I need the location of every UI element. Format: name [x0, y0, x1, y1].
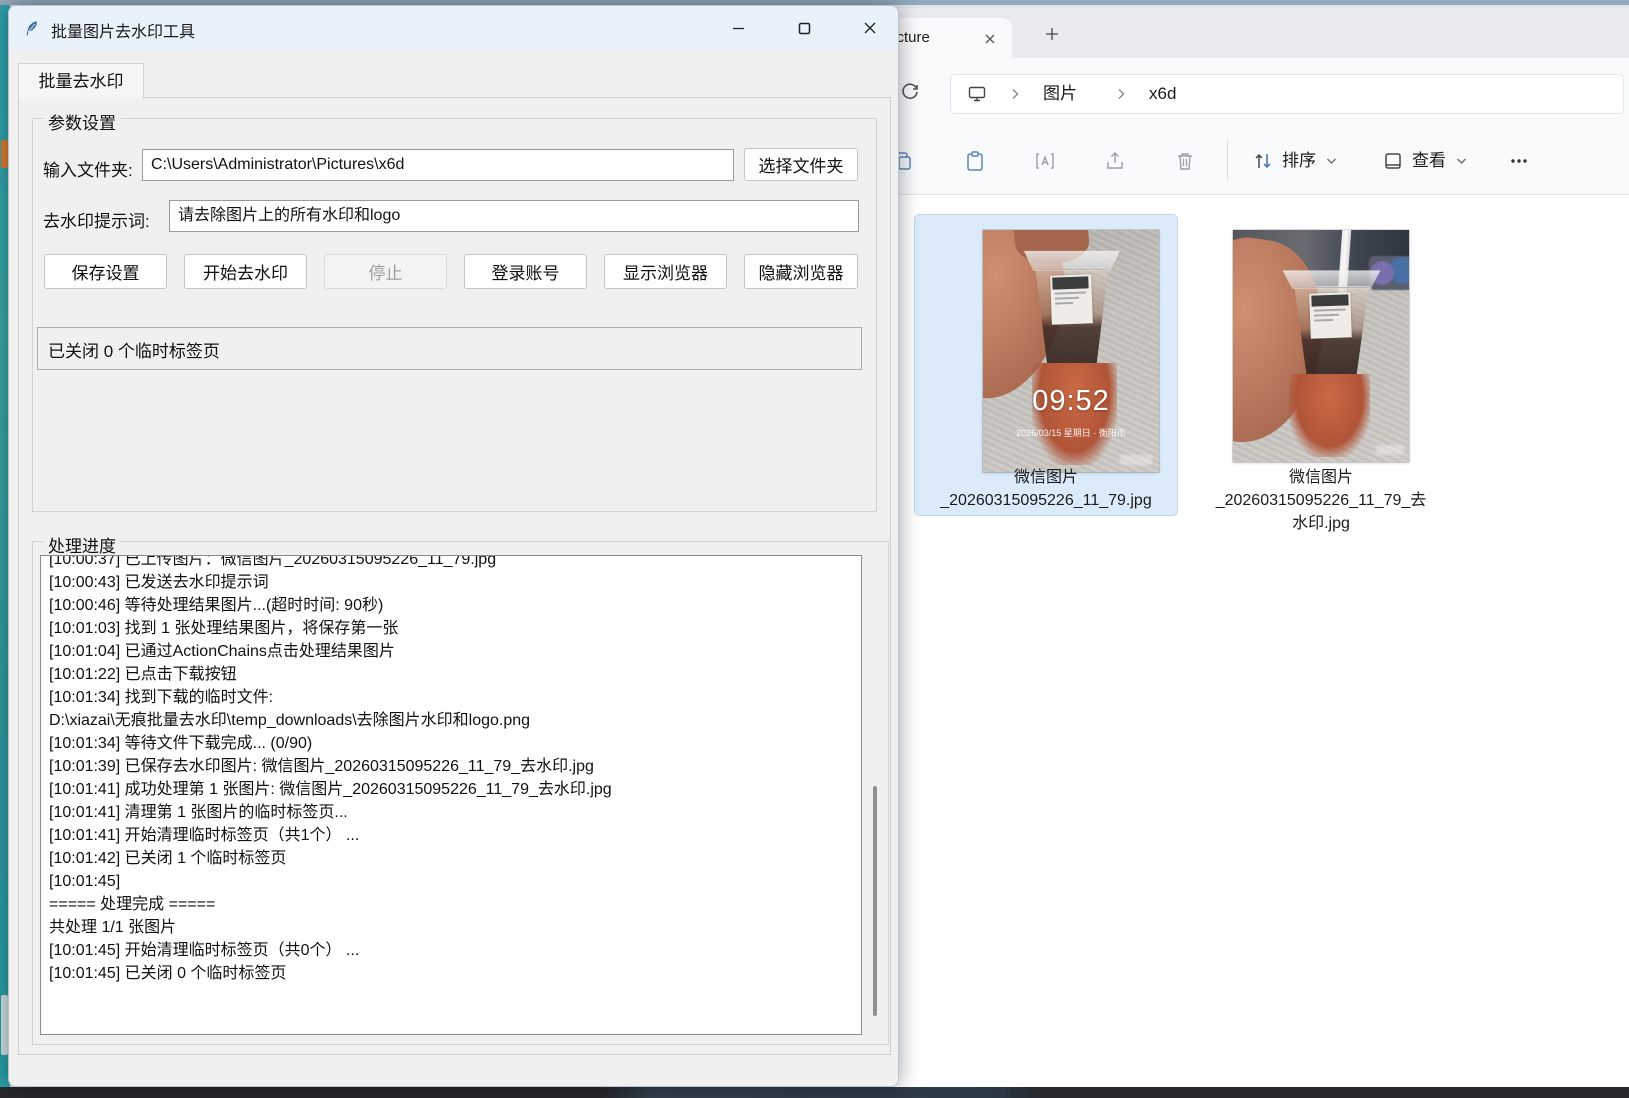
input-folder-field[interactable]: C:\Users\Administrator\Pictures\x6d: [142, 149, 734, 181]
paste-icon[interactable]: [962, 148, 988, 174]
maximize-icon[interactable]: [781, 6, 827, 50]
file-thumbnail: [1233, 230, 1409, 462]
desktop-icon-fragment: [1, 995, 8, 1055]
save-settings-button[interactable]: 保存设置: [44, 254, 167, 289]
file-tile-cleaned[interactable]: 微信图片 _20260315095226_11_79_去 水印.jpg: [1190, 215, 1452, 545]
log-line: [10:01:34] 等待文件下载完成... (0/90): [49, 732, 853, 755]
photo-corner-watermark: [1120, 455, 1152, 465]
status-box: 已关闭 0 个临时标签页: [37, 327, 862, 370]
start-removal-button[interactable]: 开始去水印: [184, 254, 307, 289]
breadcrumb-item-x6d[interactable]: x6d: [1149, 75, 1176, 113]
log-line: [10:01:03] 找到 1 张处理结果图片，将保存第一张: [49, 617, 853, 640]
log-line: [10:01:04] 已通过ActionChains点击处理结果图片: [49, 640, 853, 663]
log-line: [10:01:41] 成功处理第 1 张图片: 微信图片_20260315095…: [49, 778, 853, 801]
log-line: [10:01:45]: [49, 870, 853, 893]
explorer-tab-bar: r\Picture: [858, 8, 1629, 58]
photo-date-watermark: 2026/03/15 星期日 · 衡阳市: [983, 426, 1159, 439]
log-scrollbar-thumb[interactable]: [873, 786, 877, 1016]
toolbar-divider: [1227, 140, 1228, 180]
taskbar[interactable]: [0, 1087, 1629, 1098]
chevron-right-icon: [1007, 86, 1023, 102]
file-name-line: 微信图片: [1190, 466, 1452, 489]
view-icon: [1380, 148, 1406, 174]
photo-corner-watermark: [1376, 445, 1404, 455]
watermark-tool-window: 批量图片去水印工具 批量去水印 参数设置 输入文件夹: C:\Users\Adm…: [8, 5, 899, 1087]
log-line: [10:01:41] 开始清理临时标签页（共1个） ...: [49, 824, 853, 847]
log-line: [10:01:45] 开始清理临时标签页（共0个） ...: [49, 939, 853, 962]
log-line: [10:00:46] 等待处理结果图片...(超时时间: 90秒): [49, 594, 853, 617]
log-line: [10:00:43] 已发送去水印提示词: [49, 571, 853, 594]
log-line: [10:01:42] 已关闭 1 个临时标签页: [49, 847, 853, 870]
close-icon[interactable]: [847, 6, 893, 50]
photo-clock-watermark: 09:52: [983, 385, 1159, 418]
login-account-button[interactable]: 登录账号: [464, 254, 587, 289]
sort-icon: [1250, 148, 1276, 174]
tab-close-icon[interactable]: [978, 27, 1002, 51]
chevron-right-icon: [1113, 86, 1129, 102]
chevron-down-icon: [1324, 154, 1338, 168]
view-button[interactable]: 查看: [1412, 148, 1446, 174]
explorer-command-bar: 排序 查看: [858, 126, 1629, 195]
log-line: [10:01:45] 已关闭 0 个临时标签页: [49, 962, 853, 985]
tab-batch-watermark-removal[interactable]: 批量去水印: [18, 63, 144, 99]
file-name-line: _20260315095226_11_79.jpg: [915, 489, 1177, 512]
file-name-line: 水印.jpg: [1190, 512, 1452, 535]
log-line: [10:01:39] 已保存去水印图片: 微信图片_20260315095226…: [49, 755, 853, 778]
params-groupbox: 参数设置 输入文件夹: C:\Users\Administrator\Pictu…: [32, 118, 877, 512]
log-line: [10:01:34] 找到下载的临时文件:: [49, 686, 853, 709]
explorer-file-area: 09:52 2026/03/15 星期日 · 衡阳市 微信图片 _2026031…: [858, 195, 1629, 1088]
app-feather-icon: [21, 18, 41, 38]
file-name-line: 微信图片: [915, 466, 1177, 489]
log-line: [10:00:37] 已上传图片：微信图片_20260315095226_11_…: [49, 555, 853, 571]
breadcrumb-item-pictures[interactable]: 图片: [1043, 75, 1077, 113]
notebook-frame: 参数设置 输入文件夹: C:\Users\Administrator\Pictu…: [18, 97, 891, 1055]
log-line: ===== 处理完成 =====: [49, 893, 853, 916]
this-pc-icon[interactable]: [965, 82, 989, 106]
chevron-down-icon: [1454, 154, 1468, 168]
hide-browser-button[interactable]: 隐藏浏览器: [744, 254, 858, 289]
prompt-field[interactable]: 请去除图片上的所有水印和logo: [169, 200, 859, 232]
progress-groupbox: 处理进度 [10:00:37] 已上传图片：微信图片_2026031509522…: [32, 541, 889, 1045]
minimize-icon[interactable]: [715, 6, 761, 50]
input-folder-label: 输入文件夹:: [43, 156, 133, 181]
log-textarea[interactable]: [10:00:37] 已上传图片：微信图片_20260315095226_11_…: [40, 555, 862, 1035]
status-text: 已关闭 0 个临时标签页: [48, 337, 220, 362]
desktop-icon-fragment: [1, 140, 8, 168]
file-name-line: _20260315095226_11_79_去: [1190, 489, 1452, 512]
log-line: [10:01:22] 已点击下载按钮: [49, 663, 853, 686]
prompt-label: 去水印提示词:: [43, 207, 150, 232]
log-line: 共处理 1/1 张图片: [49, 916, 853, 939]
window-title: 批量图片去水印工具: [51, 18, 195, 42]
explorer-address-row: 图片 x6d: [858, 58, 1629, 126]
title-bar[interactable]: 批量图片去水印工具: [9, 6, 898, 50]
file-explorer-window: r\Picture 图片 x6d: [858, 8, 1629, 1088]
address-bar[interactable]: 图片 x6d: [950, 74, 1624, 114]
new-tab-icon[interactable]: [1038, 20, 1066, 48]
sort-button[interactable]: 排序: [1282, 148, 1316, 174]
show-browser-button[interactable]: 显示浏览器: [604, 254, 727, 289]
more-options-icon[interactable]: [1506, 148, 1532, 174]
delete-icon[interactable]: [1172, 148, 1198, 174]
share-icon[interactable]: [1102, 148, 1128, 174]
file-thumbnail: 09:52 2026/03/15 星期日 · 衡阳市: [983, 230, 1159, 472]
file-tile-watermarked[interactable]: 09:52 2026/03/15 星期日 · 衡阳市 微信图片 _2026031…: [915, 215, 1177, 515]
refresh-icon[interactable]: [896, 78, 924, 106]
log-line: [10:01:41] 清理第 1 张图片的临时标签页...: [49, 801, 853, 824]
log-line: D:\xiazai\无痕批量去水印\temp_downloads\去除图片水印和…: [49, 709, 853, 732]
rename-icon[interactable]: [1032, 148, 1058, 174]
stop-button[interactable]: 停止: [324, 254, 447, 289]
progress-group-title: 处理进度: [43, 532, 121, 557]
choose-folder-button[interactable]: 选择文件夹: [744, 148, 858, 181]
params-group-title: 参数设置: [43, 109, 121, 134]
